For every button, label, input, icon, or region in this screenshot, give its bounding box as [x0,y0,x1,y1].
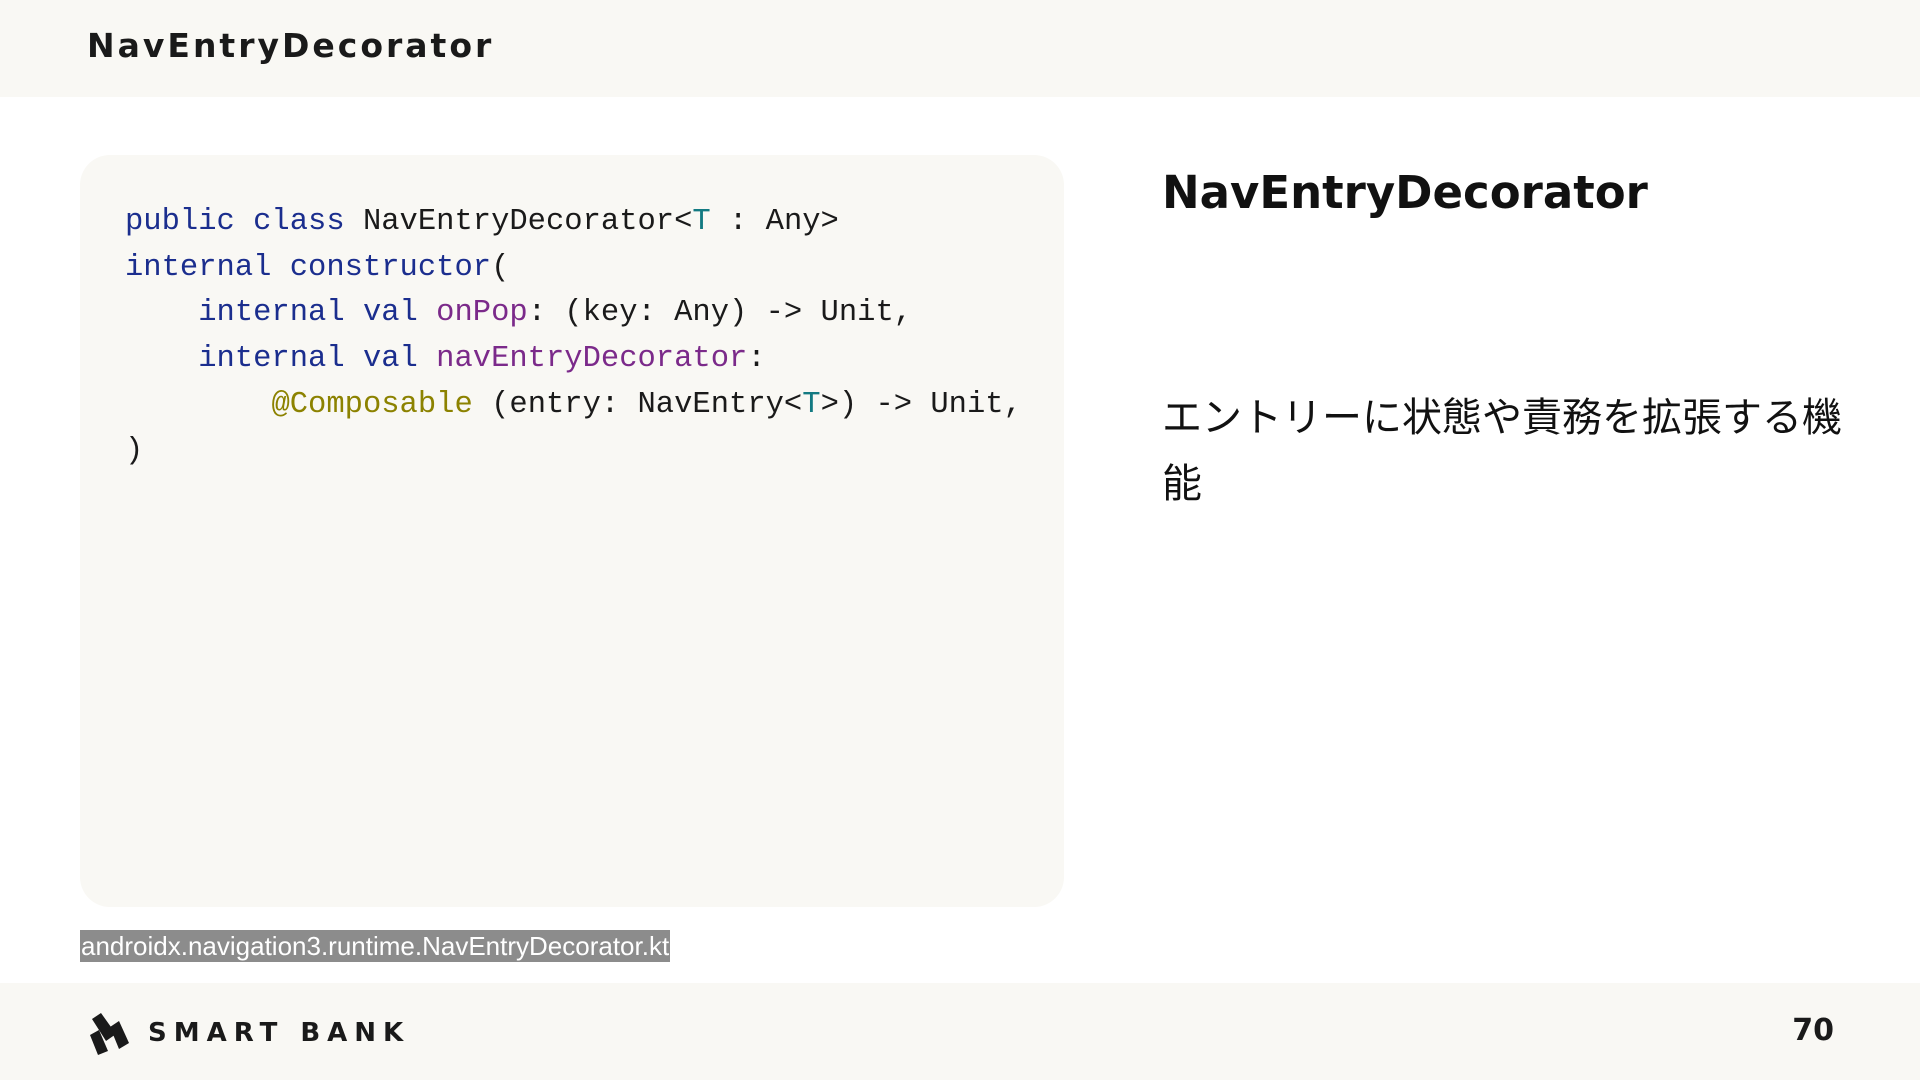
code-token: : [747,342,766,377]
code-panel: public class NavEntryDecorator<T : Any> i… [80,155,1064,907]
code-token: >) -> Unit, [820,387,1022,422]
code-token: internal val [198,342,437,377]
code-token: : (key: Any) -> Unit, [527,296,913,331]
code-line: ) [125,429,1022,475]
code-token: internal val [198,296,437,331]
code-token: ( [491,250,510,285]
code-token: internal constructor [125,250,492,285]
side-title: NavEntryDecorator [1162,166,1648,219]
smartbank-logo-icon [90,1013,129,1055]
code-token: onPop [436,296,528,331]
code-token: public class [125,205,363,239]
source-file-caption: androidx.navigation3.runtime.NavEntryDec… [80,930,671,962]
code-token: : Any> [710,205,839,239]
code-token: (entry: NavEntry< [472,387,803,422]
code-token: NavEntryDecorator< [362,205,693,239]
code-token: navEntryDecorator [436,342,748,377]
code-line: internal constructor( [125,246,1022,292]
page-number: 70 [1792,1013,1834,1048]
logo-text: SMART BANK [148,1018,411,1048]
code-token: ) [125,433,144,468]
code-line: @Composable (entry: NavEntry<T>) -> Unit… [125,383,1022,429]
side-description: エントリーに状態や責務を拡張する機能 [1162,395,1842,507]
smartbank-logo: SMART BANK [88,1011,410,1055]
code-token: T [692,205,711,239]
code-line: internal val onPop: (key: Any) -> Unit, [125,291,1022,337]
code-token: @Composable [271,387,473,422]
code-line: internal val navEntryDecorator: [125,337,1022,383]
header-title: NavEntryDecorator [87,26,495,65]
code-line: public class NavEntryDecorator<T : Any> [125,200,1022,246]
slide-header: NavEntryDecorator [0,0,1920,97]
slide-footer: SMART BANK 70 [0,983,1920,1080]
code-token: T [802,387,821,422]
code-block: public class NavEntryDecorator<T : Any> i… [125,200,1022,474]
